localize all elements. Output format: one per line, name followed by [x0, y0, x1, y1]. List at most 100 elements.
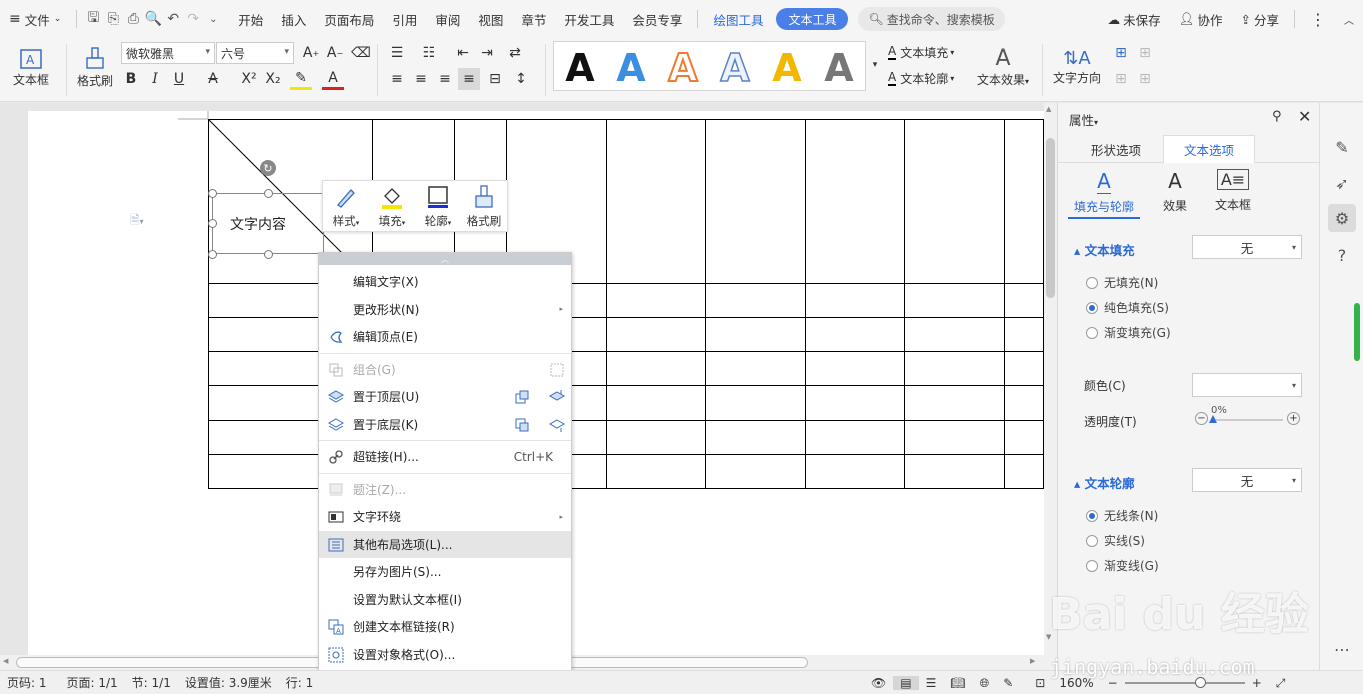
bullet-list-icon[interactable]: ☰	[386, 42, 408, 64]
table-cell[interactable]	[1003, 283, 1045, 318]
menu-item-edit-points[interactable]: 编辑顶点(E)	[319, 323, 571, 351]
table-cell[interactable]	[705, 385, 806, 421]
help-icon[interactable]: ?	[1328, 241, 1356, 269]
align-top-icon[interactable]: ⊞	[1110, 42, 1132, 64]
text-effect-button[interactable]: A 文本效果▾	[972, 42, 1034, 92]
style-button[interactable]: 样式▾	[323, 181, 369, 233]
close-icon[interactable]: ✕	[1298, 107, 1311, 126]
text-fill-select[interactable]: 无 ▾	[1192, 235, 1302, 259]
table-cell[interactable]	[1003, 454, 1045, 489]
table-cell[interactable]	[904, 385, 1005, 421]
text-outline-button[interactable]: A 文本轮廓 ▾	[888, 68, 954, 88]
tab-member[interactable]: 会员专享	[623, 0, 691, 38]
subtab-fill-outline[interactable]: A 填充与轮廓	[1068, 169, 1140, 219]
table-cell[interactable]	[605, 317, 707, 352]
table-cell[interactable]	[804, 119, 906, 284]
table-cell[interactable]	[904, 283, 1005, 318]
menu-item-bring-to-front[interactable]: 置于顶层(U)	[319, 383, 571, 411]
redo-icon[interactable]: ↷	[183, 0, 203, 38]
export-icon[interactable]: ⎘	[103, 0, 123, 38]
menu-item-create-link[interactable]: A 创建文本框链接(R)	[319, 613, 571, 641]
text-spacing-icon[interactable]: ⇄	[504, 42, 526, 64]
textbox-button[interactable]: A 文本框	[6, 42, 56, 92]
font-name-select[interactable]: 微软雅黑 ▾	[121, 42, 215, 64]
eye-icon[interactable]: 👁︎	[864, 676, 893, 690]
increase-icon[interactable]: +	[1287, 412, 1300, 425]
status-row[interactable]: 行: 1	[279, 674, 321, 691]
menu-item-save-as-image[interactable]: 另存为图片(S)...	[319, 558, 571, 586]
table-cell[interactable]	[705, 317, 806, 352]
menu-item-hyperlink[interactable]: 超链接(H)... Ctrl+K	[319, 443, 571, 471]
paragraph-marker-icon[interactable]: 🗎▾	[130, 211, 144, 232]
menu-item-edit-text[interactable]: 编辑文字(X)	[319, 268, 571, 296]
table-cell[interactable]	[705, 454, 806, 489]
format-painter-button[interactable]: 格式刷	[72, 42, 118, 92]
table-cell[interactable]	[605, 385, 707, 421]
table-cell[interactable]	[1003, 317, 1045, 352]
gallery-more-icon[interactable]: ▾	[864, 54, 886, 76]
web-view-icon[interactable]: 🌐︎	[973, 676, 997, 691]
justify-icon[interactable]: ≡	[458, 68, 480, 90]
radio-no-line[interactable]: 无线条(N)	[1086, 507, 1158, 524]
section-text-fill[interactable]: ▴ 文本填充	[1074, 240, 1135, 259]
collapse-icon[interactable]: ︿	[319, 253, 571, 265]
menu-item-format-object[interactable]: 设置对象格式(O)...	[319, 641, 571, 669]
table-cell[interactable]	[804, 385, 906, 421]
table-cell[interactable]	[904, 351, 1005, 386]
align-middle-icon[interactable]: ⊞	[1134, 42, 1156, 64]
highlight-icon[interactable]: ✎	[290, 68, 312, 90]
tab-text-options[interactable]: 文本选项	[1163, 135, 1255, 163]
tab-page-layout[interactable]: 页面布局	[315, 0, 383, 38]
outline-button[interactable]: 轮廓▾	[415, 181, 461, 233]
tab-developer[interactable]: 开发工具	[555, 0, 623, 38]
more-icon[interactable]: ⋮	[1301, 0, 1335, 38]
italic-icon[interactable]: I	[144, 68, 166, 90]
decrease-icon[interactable]: −	[1195, 412, 1208, 425]
unsaved-button[interactable]: ☁ 未保存	[1099, 0, 1170, 38]
indent-icon[interactable]: ⇥	[476, 42, 498, 64]
share-button[interactable]: ⇪ 分享	[1232, 0, 1289, 38]
bring-forward-icon[interactable]	[514, 389, 530, 405]
scroll-up-icon[interactable]: ▲	[1046, 105, 1051, 113]
menu-item-change-shape[interactable]: 更改形状(N) ▸	[319, 296, 571, 324]
table-cell[interactable]	[1003, 351, 1045, 386]
tab-references[interactable]: 引用	[383, 0, 426, 38]
zoom-slider[interactable]	[1124, 677, 1245, 688]
resize-handle[interactable]	[264, 189, 273, 198]
tab-text-tools[interactable]: 文本工具	[776, 8, 849, 30]
collapse-ribbon-icon[interactable]: ︿	[1335, 0, 1363, 38]
table-cell[interactable]	[605, 351, 707, 386]
table-cell[interactable]	[1003, 119, 1045, 284]
scroll-right-icon[interactable]: ▶	[1030, 657, 1035, 665]
collab-button[interactable]: 👤︎ 协作	[1170, 0, 1232, 38]
table-cell[interactable]	[705, 283, 806, 318]
table-cell[interactable]	[705, 119, 806, 284]
status-page-number[interactable]: 页码: 1	[0, 674, 54, 691]
radio-solid-fill[interactable]: 纯色填充(S)	[1086, 299, 1169, 316]
subtab-textbox[interactable]: A≡ 文本框	[1198, 169, 1268, 219]
align-left-icon[interactable]: ≡	[386, 68, 408, 90]
tab-home[interactable]: 开始	[229, 0, 272, 38]
scroll-thumb[interactable]	[1046, 138, 1055, 298]
font-size-select[interactable]: 六号 ▾	[216, 42, 294, 64]
bring-to-front-stack-icon[interactable]	[549, 389, 565, 405]
scroll-left-icon[interactable]: ◀	[3, 657, 8, 665]
table-cell[interactable]	[605, 119, 707, 284]
save-icon[interactable]: 🖫	[83, 0, 103, 38]
tab-shape-options[interactable]: 形状选项	[1066, 135, 1166, 163]
bold-icon[interactable]: B	[120, 68, 142, 90]
pen-icon[interactable]: ✎	[996, 676, 1020, 690]
wordart-style-5[interactable]: A	[762, 42, 812, 94]
menu-item-set-default[interactable]: 设置为默认文本框(I)	[319, 586, 571, 614]
table-cell[interactable]	[1003, 385, 1045, 421]
fill-button[interactable]: 填充▾	[369, 181, 415, 233]
send-to-back-stack-icon[interactable]	[549, 417, 565, 433]
strikethrough-icon[interactable]: A	[202, 68, 224, 90]
clear-format-icon[interactable]: ⌫	[350, 42, 372, 64]
table-cell[interactable]	[705, 420, 806, 455]
table-cell[interactable]	[804, 420, 906, 455]
status-setting[interactable]: 设置值: 3.9厘米	[178, 674, 279, 691]
underline-icon[interactable]: U	[168, 68, 190, 90]
wordart-style-6[interactable]: A	[814, 42, 864, 94]
status-section[interactable]: 节: 1/1	[125, 674, 178, 691]
